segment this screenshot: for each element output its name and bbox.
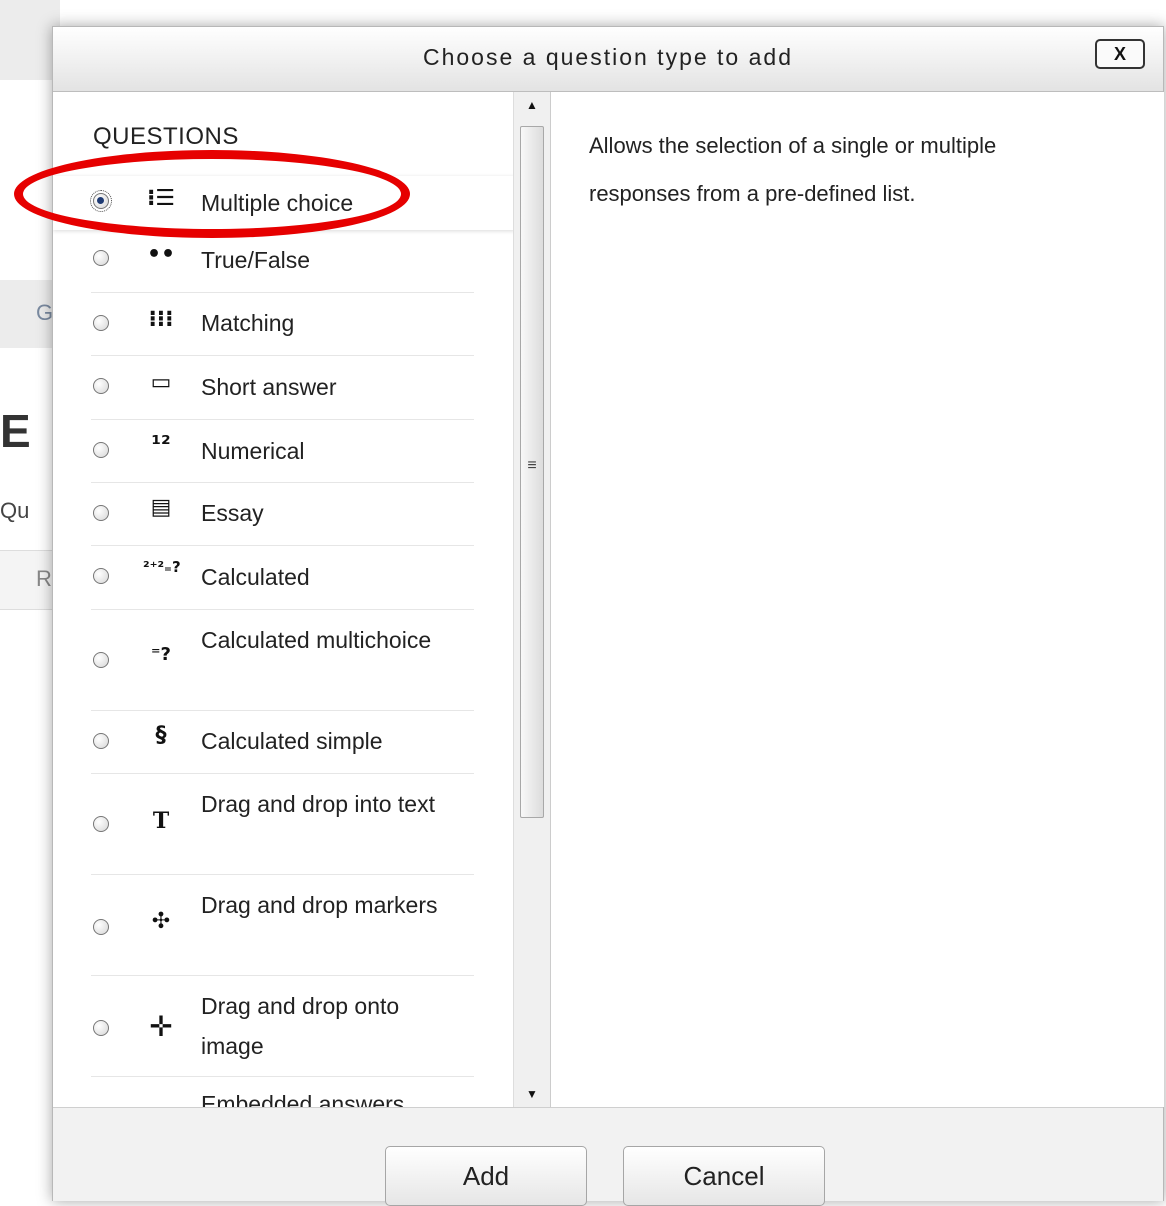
question-type-label: Embedded answers <box>201 1091 405 1107</box>
calculated-simple-icon: § <box>155 723 167 748</box>
question-type-matching[interactable]: ⁝⁝⁝ Matching <box>91 293 474 356</box>
calculated-icon: ²⁺²₌? <box>143 558 181 576</box>
dialog-footer: Add Cancel <box>53 1107 1163 1206</box>
grip-icon: ≡ <box>527 457 537 474</box>
question-type-label: True/False <box>201 247 311 273</box>
radio-true-false[interactable] <box>93 250 109 266</box>
dialog-titlebar: Choose a question type to add X <box>53 27 1163 92</box>
matching-icon: ⁝⁝⁝ <box>148 307 174 332</box>
question-type-essay[interactable]: ▤ Essay <box>91 483 474 546</box>
drag-drop-text-icon: T <box>152 808 170 834</box>
question-type-calculated[interactable]: ²⁺²₌? Calculated <box>91 546 474 610</box>
radio-drag-drop-markers[interactable] <box>93 919 109 935</box>
question-type-label: Calculated simple <box>201 728 383 754</box>
question-type-embedded-answers[interactable]: ▪▬ Embedded answers <box>91 1077 474 1107</box>
multiple-choice-icon: ⁝☰ <box>146 186 176 211</box>
radio-drag-drop-image[interactable] <box>93 1020 109 1036</box>
radio-short-answer[interactable] <box>93 378 109 394</box>
background-breadcrumb-fragment: G <box>36 300 54 325</box>
question-type-dialog: Choose a question type to add X QUESTION… <box>52 26 1164 1206</box>
numerical-icon: ¹² <box>151 432 171 457</box>
true-false-icon: •• <box>146 242 176 267</box>
dialog-title: Choose a question type to add <box>422 44 793 70</box>
add-button[interactable]: Add <box>385 1146 587 1206</box>
scrollbar-thumb[interactable]: ≡ <box>520 126 544 818</box>
calculated-multichoice-icon: ⁼? <box>151 644 171 665</box>
question-type-drag-drop-image[interactable]: ✛ Drag and drop onto image <box>91 976 474 1077</box>
question-type-list: QUESTIONS ⁝☰ Multiple choice •• True/Fal… <box>53 92 549 1107</box>
scroll-up-arrow-icon[interactable]: ▲ <box>514 98 550 112</box>
question-type-label: Drag and drop onto image <box>201 993 400 1059</box>
question-type-calculated-simple[interactable]: § Calculated simple <box>91 711 474 774</box>
question-type-label: Calculated multichoice <box>201 627 432 653</box>
question-type-short-answer[interactable]: ▭ Short answer <box>91 356 474 420</box>
close-icon: X <box>1113 44 1126 64</box>
radio-matching[interactable] <box>93 315 109 331</box>
scroll-down-arrow-icon[interactable]: ▼ <box>514 1087 550 1101</box>
question-type-drag-drop-markers[interactable]: ✣ Drag and drop markers <box>91 875 474 976</box>
question-type-description: Allows the selection of a single or mult… <box>589 133 997 206</box>
radio-numerical[interactable] <box>93 442 109 458</box>
close-button[interactable]: X <box>1095 39 1145 69</box>
question-type-drag-drop-text[interactable]: T Drag and drop into text <box>91 774 474 875</box>
description-pane: Allows the selection of a single or mult… <box>550 92 1164 1107</box>
question-type-label: Essay <box>201 500 264 526</box>
radio-calculated-simple[interactable] <box>93 733 109 749</box>
question-type-label: Numerical <box>201 438 305 464</box>
radio-essay[interactable] <box>93 505 109 521</box>
drag-drop-markers-icon: ✣ <box>151 909 171 934</box>
short-answer-icon: ▭ <box>150 370 172 395</box>
background-tab-fragment: R <box>36 566 52 591</box>
question-type-label: Drag and drop markers <box>201 892 438 918</box>
question-type-label: Multiple choice <box>201 190 354 216</box>
question-type-numerical[interactable]: ¹² Numerical <box>91 420 474 483</box>
question-type-multiple-choice[interactable]: ⁝☰ Multiple choice <box>53 176 515 230</box>
section-heading-questions: QUESTIONS <box>93 123 239 150</box>
list-scrollbar[interactable]: ▲ ≡ ▼ <box>513 92 551 1107</box>
cancel-button[interactable]: Cancel <box>623 1146 825 1206</box>
radio-multiple-choice[interactable] <box>90 190 112 212</box>
question-type-true-false[interactable]: •• True/False <box>91 230 474 293</box>
background-heading-fragment: E <box>0 405 31 457</box>
drag-drop-image-icon: ✛ <box>149 1010 173 1043</box>
question-type-label: Calculated <box>201 564 310 590</box>
question-type-label: Drag and drop into text <box>201 791 435 817</box>
background-label-fragment: Qu <box>0 498 30 523</box>
radio-calculated[interactable] <box>93 568 109 584</box>
radio-drag-drop-text[interactable] <box>93 816 109 832</box>
question-type-label: Short answer <box>201 374 337 400</box>
question-type-label: Matching <box>201 310 295 336</box>
radio-calculated-multichoice[interactable] <box>93 652 109 668</box>
essay-icon: ▤ <box>150 495 172 520</box>
background-header-band <box>0 0 60 80</box>
question-type-calculated-multichoice[interactable]: ⁼? Calculated multichoice <box>91 610 474 711</box>
